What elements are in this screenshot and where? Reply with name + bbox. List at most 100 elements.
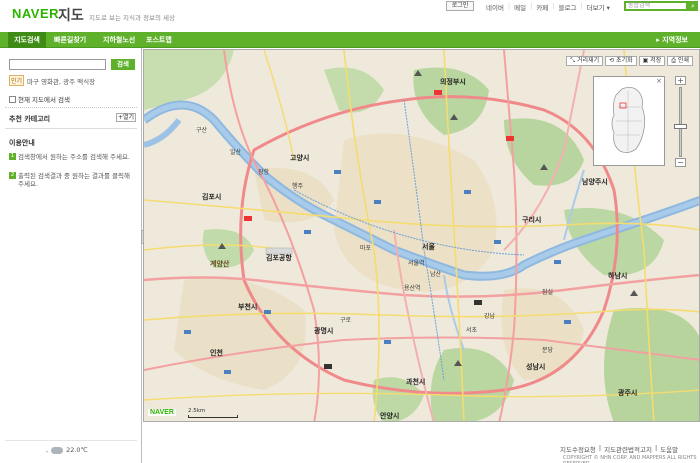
top-link-more[interactable]: 더보기 ▾ <box>587 2 610 12</box>
popular-search-row[interactable]: 인기 마구 영화관, 광주 맥식장 <box>9 75 95 86</box>
login-button[interactable]: 로그인 <box>446 1 474 11</box>
page: NAVER 지도 지도로 보는 지식과 정보의 세상 로그인 네이버 | 메일 … <box>0 0 700 463</box>
map-label-bundang: 분당 <box>542 346 554 354</box>
category-open-label: 열기 <box>122 114 135 121</box>
map-label-bucheon: 부천시 <box>238 302 257 311</box>
divider: | <box>552 2 555 10</box>
divider: | <box>530 2 533 10</box>
weather-widget[interactable]: , 22.0℃ <box>46 446 88 454</box>
measure-distance-button[interactable]: ⤡ 거리재기 <box>566 56 604 66</box>
map-label-jamsil: 잠실 <box>542 288 553 296</box>
tab-map-search[interactable]: 지도검색 <box>8 32 46 48</box>
temperature: 22.0℃ <box>66 446 88 454</box>
footer-links: 지도수정요청 | 지도관련법적고지 | 도움말 <box>560 444 678 454</box>
cloud-icon <box>51 446 64 454</box>
zoom-in-button[interactable]: + <box>675 76 686 85</box>
divider: | <box>580 2 583 10</box>
divider: | <box>507 2 511 10</box>
print-button[interactable]: ⎙ 인쇄 <box>667 56 693 66</box>
map-label-jugyo: 장항 <box>258 168 270 176</box>
map-label-gwangmyeong: 광명시 <box>314 326 333 335</box>
current-map-checkbox[interactable] <box>9 95 16 103</box>
top-links: 네이버 | 메일 | 카페 | 블로그 | 더보기 ▾ <box>486 2 610 12</box>
search-icon[interactable]: ⌕ <box>688 1 698 11</box>
category-open-button[interactable]: +열기 <box>116 113 136 122</box>
top-link-more-label: 더보기 <box>586 4 605 12</box>
map-label-paju: 구산 <box>196 126 208 134</box>
print-icon: ⎙ <box>671 57 678 64</box>
map-label-guro: 구로 <box>340 317 352 324</box>
map-label-gyeyang: 계양산 <box>210 259 230 268</box>
tab-directions[interactable]: 빠른길찾기 <box>54 32 86 48</box>
header: NAVER 지도 지도로 보는 지식과 정보의 세상 로그인 네이버 | 메일 … <box>0 0 700 32</box>
weather-dot: , <box>46 446 49 454</box>
top-search-input[interactable]: 통합검색 <box>624 1 688 11</box>
map-label-namyangju: 남양주시 <box>582 177 608 186</box>
guide-item: 2 출력된 검색결과 중 원하는 결과를 클릭해 주세요. <box>9 172 134 188</box>
ruler-icon: ⤡ <box>570 57 578 64</box>
footer-link-help[interactable]: 도움말 <box>660 444 678 454</box>
zoom-control: + − <box>674 76 687 168</box>
chevron-down-icon: ▾ <box>604 4 610 12</box>
zoom-slider-track[interactable] <box>679 87 682 157</box>
local-info-link[interactable]: ▸ 지역정보 <box>656 32 688 48</box>
map-label-yongsan: 용산역 <box>404 284 421 292</box>
guide-number: 2 <box>9 172 16 179</box>
main-nav: 지도검색 빠른길찾기 지하철노선 포스트맵 ▸ 지역정보 <box>0 32 700 48</box>
tab-subway[interactable]: 지하철노선 <box>103 32 135 48</box>
map-label-anyang: 안양시 <box>380 411 399 420</box>
footer-link-legal[interactable]: 지도관련법적고지 <box>604 444 652 454</box>
current-map-search-label: 현재 지도에서 검색 <box>18 96 70 104</box>
scale-label: 2.5km <box>188 408 206 414</box>
map-label-seoul-station: 서울역 <box>408 259 425 267</box>
map-label-hanam: 하남시 <box>608 271 627 280</box>
map-label-seongnam: 성남시 <box>526 362 545 371</box>
left-panel: 검색 인기 마구 영화관, 광주 맥식장 현재 지도에서 검색 추천 카테고리 … <box>0 48 142 463</box>
naver-logo[interactable]: NAVER <box>12 6 59 21</box>
map-label-gwangju: 광주시 <box>618 388 637 397</box>
divider <box>5 107 137 108</box>
map-label-ilsan: 일산 <box>230 148 242 156</box>
popular-search-text[interactable]: 마구 영화관, 광주 맥식장 <box>27 76 95 86</box>
footer-link-map-correction[interactable]: 지도수정요청 <box>560 444 596 454</box>
top-link-mail[interactable]: 메일 <box>514 2 526 12</box>
guide-text: 출력된 검색결과 중 원하는 결과를 클릭해 주세요. <box>18 172 130 188</box>
map-label-gimpo-airport: 김포공항 <box>266 253 292 262</box>
local-info-label: 지역정보 <box>662 36 688 44</box>
map-label-uijeongbu: 의정부시 <box>440 77 466 86</box>
top-link-naver[interactable]: 네이버 <box>486 2 504 12</box>
map-label-guri: 구리시 <box>522 215 541 224</box>
map-search-button[interactable]: 검색 <box>111 59 135 70</box>
map-toolbar: ⤡ 거리재기 ⟲ 초기화 ▣ 저장 ⎙ 인쇄 <box>566 56 693 66</box>
popular-badge: 인기 <box>9 75 25 86</box>
map-service-title[interactable]: 지도 <box>58 5 84 25</box>
map-viewport[interactable]: 의정부시 고양시 김포시 김포공항 서울 서울역 용산역 부천시 광명시 인천 … <box>143 49 700 422</box>
usage-guide-title: 이용안내 <box>9 139 35 147</box>
guide-text: 검색창에서 원하는 주소를 검색해 주세요. <box>18 153 130 161</box>
zoom-out-button[interactable]: − <box>675 158 686 167</box>
current-map-search-option[interactable]: 현재 지도에서 검색 <box>9 94 70 104</box>
reset-label: 초기화 <box>616 57 633 64</box>
map-label-namsan: 남산 <box>430 270 442 278</box>
zoom-slider-handle[interactable] <box>674 124 687 129</box>
print-label: 인쇄 <box>677 57 689 64</box>
guide-number: 1 <box>9 153 16 160</box>
overview-minimap[interactable]: × <box>593 76 665 166</box>
tab-postmap[interactable]: 포스트맵 <box>146 32 172 48</box>
top-link-blog[interactable]: 블로그 <box>559 2 577 12</box>
map-search-input[interactable] <box>9 59 106 70</box>
top-link-cafe[interactable]: 카페 <box>536 2 548 12</box>
measure-distance-label: 거리재기 <box>577 57 600 64</box>
divider <box>5 128 137 129</box>
recommended-category-title: 추천 카테고리 <box>9 115 51 123</box>
save-label: 저장 <box>650 57 662 64</box>
close-icon[interactable]: × <box>656 77 662 85</box>
map-label-seocho: 서초 <box>466 326 478 334</box>
save-button[interactable]: ▣ 저장 <box>638 56 666 66</box>
scale-bar <box>188 415 238 418</box>
reset-icon: ⟲ <box>609 57 617 64</box>
tagline: 지도로 보는 지식과 정보의 세상 <box>89 14 176 22</box>
reset-button[interactable]: ⟲ 초기화 <box>605 56 637 66</box>
divider: | <box>654 444 658 452</box>
map-label-haengju: 행주 <box>292 182 304 190</box>
